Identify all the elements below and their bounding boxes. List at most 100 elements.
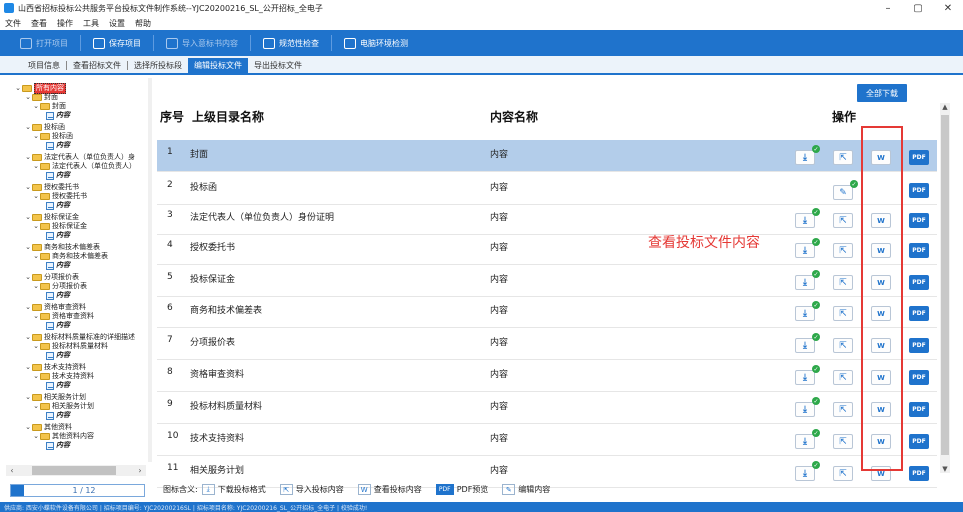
table-row[interactable]: 9 投标材料质量材料 内容 ⤓ ✓ ⇱ W PDF: [157, 392, 937, 424]
toolbar-button[interactable]: 保存项目: [87, 33, 147, 53]
expand-chevron-icon[interactable]: ⌄: [24, 333, 32, 342]
download-format-button[interactable]: ⤓ ✓: [795, 461, 820, 481]
pdf-preview-button[interactable]: PDF: [909, 275, 929, 290]
table-row[interactable]: 10 技术支持资料 内容 ⤓ ✓ ⇱ W PDF: [157, 424, 937, 456]
menu-item[interactable]: 工具: [83, 18, 99, 29]
menu-item[interactable]: 文件: [5, 18, 21, 29]
expand-chevron-icon[interactable]: ⌄: [24, 213, 32, 222]
tree-node-subsection[interactable]: ⌄ 授权委托书: [32, 192, 87, 201]
expand-chevron-icon[interactable]: ⌄: [14, 84, 22, 93]
import-content-button[interactable]: ⇱: [833, 150, 853, 165]
download-all-button[interactable]: 全部下载: [857, 84, 907, 102]
tab-item[interactable]: 选择所投标段: [128, 58, 188, 73]
tree-node-section[interactable]: ⌄ 分项报价表: [24, 273, 79, 282]
pdf-preview-button[interactable]: PDF: [909, 434, 929, 449]
expand-chevron-icon[interactable]: ⌄: [24, 93, 32, 102]
tree-node-content[interactable]: 内容: [46, 201, 70, 210]
tree-node-subsection[interactable]: ⌄ 相关服务计划: [32, 402, 94, 411]
expand-chevron-icon[interactable]: ⌄: [32, 102, 40, 111]
tab-item[interactable]: 导出投标文件: [248, 58, 308, 73]
expand-chevron-icon[interactable]: ⌄: [24, 423, 32, 432]
tree-node-section[interactable]: ⌄ 资格审查资料: [24, 303, 86, 312]
import-content-button[interactable]: ⇱: [833, 370, 853, 385]
tree-node-content[interactable]: 内容: [46, 111, 70, 120]
maximize-button[interactable]: ▢: [903, 0, 933, 16]
tree-node-content[interactable]: 内容: [46, 381, 70, 390]
tab-item[interactable]: 编辑投标文件: [188, 58, 248, 73]
expand-chevron-icon[interactable]: ⌄: [24, 393, 32, 402]
expand-chevron-icon[interactable]: ⌄: [24, 363, 32, 372]
expand-chevron-icon[interactable]: ⌄: [24, 153, 32, 162]
download-format-button[interactable]: ⤓ ✓: [795, 270, 820, 290]
table-row[interactable]: 6 商务和技术偏差表 内容 ⤓ ✓ ⇱ W PDF: [157, 296, 937, 328]
expand-chevron-icon[interactable]: ⌄: [32, 222, 40, 231]
import-content-button[interactable]: ⇱: [833, 338, 853, 353]
import-content-button[interactable]: ⇱: [833, 402, 853, 417]
download-format-button[interactable]: ⤓ ✓: [795, 145, 820, 165]
tree-scrollbar-horizontal[interactable]: ‹ ›: [6, 465, 146, 476]
expand-chevron-icon[interactable]: ⌄: [32, 162, 40, 171]
table-row[interactable]: 1 封面 内容 ⤓ ✓ ⇱ W PDF: [157, 140, 937, 172]
toolbar-button[interactable]: 导入意标书内容: [160, 33, 244, 53]
import-content-button[interactable]: ⇱: [833, 275, 853, 290]
tree-node-subsection[interactable]: ⌄ 资格审查资料: [32, 312, 94, 321]
minimize-button[interactable]: –: [873, 0, 903, 16]
table-row[interactable]: 8 资格审查资料 内容 ⤓ ✓ ⇱ W PDF: [157, 360, 937, 392]
menu-item[interactable]: 查看: [31, 18, 47, 29]
expand-chevron-icon[interactable]: ⌄: [32, 192, 40, 201]
table-scrollbar[interactable]: ▲ ▼: [940, 103, 950, 473]
scroll-up-icon[interactable]: ▲: [940, 103, 950, 111]
pdf-preview-button[interactable]: PDF: [909, 338, 929, 353]
tree-node-subsection[interactable]: ⌄ 投标保证金: [32, 222, 87, 231]
pdf-preview-button[interactable]: PDF: [909, 243, 929, 258]
pdf-preview-button[interactable]: PDF: [909, 466, 929, 481]
tree-node-content[interactable]: 内容: [46, 231, 70, 240]
tree-node-section[interactable]: ⌄ 授权委托书: [24, 183, 79, 192]
tree-node-subsection[interactable]: ⌄ 投标材料质量材料: [32, 342, 108, 351]
pdf-preview-button[interactable]: PDF: [909, 370, 929, 385]
tree-node-content[interactable]: 内容: [46, 351, 70, 360]
table-row[interactable]: 5 投标保证金 内容 ⤓ ✓ ⇱ W PDF: [157, 265, 937, 297]
toolbar-button[interactable]: 打开项目: [14, 33, 74, 53]
scroll-right-icon[interactable]: ›: [134, 466, 146, 475]
tree-node-subsection[interactable]: ⌄ 封面: [32, 102, 66, 111]
expand-chevron-icon[interactable]: ⌄: [32, 402, 40, 411]
tree-node-subsection[interactable]: ⌄ 技术支持资料: [32, 372, 94, 381]
pdf-preview-button[interactable]: PDF: [909, 150, 929, 165]
tree-node-subsection[interactable]: ⌄ 法定代表人（单位负责人）: [32, 162, 136, 171]
tree-node-section[interactable]: ⌄ 商务和技术偏差表: [24, 243, 100, 252]
import-content-button[interactable]: ⇱: [833, 434, 853, 449]
pdf-preview-button[interactable]: PDF: [909, 183, 929, 198]
tree-node-content[interactable]: 内容: [46, 171, 70, 180]
download-format-button[interactable]: ⤓ ✓: [795, 333, 820, 353]
tree-node-section[interactable]: ⌄ 技术支持资料: [24, 363, 86, 372]
expand-chevron-icon[interactable]: ⌄: [32, 432, 40, 441]
download-format-button[interactable]: ⤓ ✓: [795, 429, 820, 449]
tree-node-section[interactable]: ⌄ 其他资料: [24, 423, 72, 432]
pdf-preview-button[interactable]: PDF: [909, 402, 929, 417]
tree-node-content[interactable]: 内容: [46, 411, 70, 420]
scroll-thumb[interactable]: [32, 466, 116, 475]
close-button[interactable]: ✕: [933, 0, 963, 16]
tree-node-content[interactable]: 内容: [46, 291, 70, 300]
tree-node-section[interactable]: ⌄ 封面: [24, 93, 58, 102]
edit-content-button[interactable]: ✎ ✓: [833, 180, 858, 200]
tree-node-content[interactable]: 内容: [46, 441, 70, 450]
expand-chevron-icon[interactable]: ⌄: [32, 252, 40, 261]
expand-chevron-icon[interactable]: ⌄: [24, 243, 32, 252]
tree-node-content[interactable]: 内容: [46, 261, 70, 270]
tree-node-subsection[interactable]: ⌄ 投标函: [32, 132, 73, 141]
expand-chevron-icon[interactable]: ⌄: [32, 312, 40, 321]
tab-item[interactable]: 项目信息: [22, 58, 66, 73]
download-format-button[interactable]: ⤓ ✓: [795, 301, 820, 321]
tree-node-content[interactable]: 内容: [46, 141, 70, 150]
download-format-button[interactable]: ⤓ ✓: [795, 397, 820, 417]
tree-node-subsection[interactable]: ⌄ 商务和技术偏差表: [32, 252, 108, 261]
scroll-down-icon[interactable]: ▼: [940, 465, 950, 473]
expand-chevron-icon[interactable]: ⌄: [24, 123, 32, 132]
expand-chevron-icon[interactable]: ⌄: [32, 372, 40, 381]
import-content-button[interactable]: ⇱: [833, 243, 853, 258]
menu-item[interactable]: 设置: [109, 18, 125, 29]
toolbar-button[interactable]: 电脑环境检测: [338, 33, 414, 53]
import-content-button[interactable]: ⇱: [833, 213, 853, 228]
